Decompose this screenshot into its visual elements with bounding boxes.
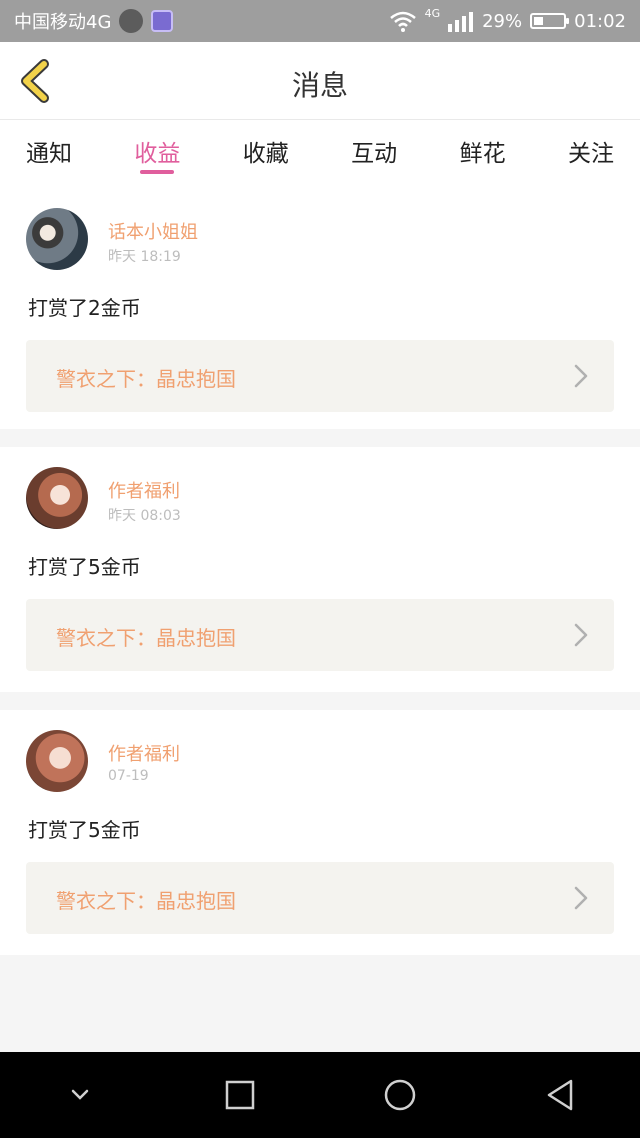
- book-link[interactable]: 警衣之下：晶忠抱国: [26, 862, 614, 934]
- tab-favorites[interactable]: 收藏: [243, 120, 289, 188]
- message-card: 话本小姐姐 昨天 18:19 打赏了2金币 警衣之下：晶忠抱国: [0, 188, 640, 429]
- message-content: 打赏了5金币: [28, 555, 141, 579]
- message-list: 话本小姐姐 昨天 18:19 打赏了2金币 警衣之下：晶忠抱国 作者福利 昨天 …: [0, 188, 640, 973]
- clock: 01:02: [574, 10, 626, 32]
- status-right: 4G 29% 01:02: [389, 6, 640, 32]
- message-content: 打赏了5金币: [28, 818, 141, 842]
- network-type: 4G: [424, 6, 441, 20]
- book-title: 警衣之下：晶忠抱国: [56, 889, 236, 913]
- user-name[interactable]: 作者福利: [108, 477, 180, 503]
- wifi-icon: [389, 11, 416, 32]
- system-nav-bar: [0, 1052, 640, 1138]
- chevron-right-icon: [574, 623, 588, 647]
- battery-icon: [530, 13, 570, 29]
- status-bar: 中国移动4G 4G 29% 01:02: [0, 0, 640, 42]
- page-title: 消息: [291, 69, 348, 102]
- battery-percent: 29%: [482, 10, 523, 32]
- signal-icon: [448, 12, 474, 32]
- book-link[interactable]: 警衣之下：晶忠抱国: [26, 340, 614, 412]
- book-link[interactable]: 警衣之下：晶忠抱国: [26, 599, 614, 671]
- square-recents-icon[interactable]: [218, 1073, 262, 1117]
- message-time: 昨天 18:19: [108, 249, 181, 265]
- chevron-right-icon: [574, 364, 588, 388]
- tab-label: 通知: [26, 141, 72, 167]
- tab-notice[interactable]: 通知: [26, 120, 72, 188]
- chevron-down-icon[interactable]: [58, 1073, 102, 1117]
- message-card: 作者福利 昨天 08:03 打赏了5金币 警衣之下：晶忠抱国: [0, 447, 640, 692]
- image-notification-icon: [151, 10, 174, 32]
- tab-earnings[interactable]: 收益: [134, 120, 180, 188]
- triangle-back-icon[interactable]: [538, 1073, 582, 1117]
- notification-avatar-icon: [119, 9, 144, 33]
- tab-interactions[interactable]: 互动: [351, 120, 397, 188]
- book-title: 警衣之下：晶忠抱国: [56, 626, 236, 650]
- message-content: 打赏了2金币: [28, 296, 141, 320]
- tab-following[interactable]: 关注: [568, 120, 614, 188]
- avatar[interactable]: [26, 730, 88, 792]
- header: 消息: [0, 42, 640, 120]
- tab-label: 关注: [567, 141, 614, 167]
- user-name[interactable]: 作者福利: [108, 740, 180, 766]
- message-card: 作者福利 07-19 打赏了5金币 警衣之下：晶忠抱国: [0, 710, 640, 955]
- avatar[interactable]: [26, 208, 88, 270]
- tab-flowers[interactable]: 鲜花: [460, 120, 506, 188]
- active-tab-indicator: [140, 170, 175, 174]
- tab-label: 互动: [351, 141, 398, 167]
- chevron-right-icon: [574, 886, 588, 910]
- tab-label: 收藏: [242, 141, 289, 167]
- message-time: 昨天 08:03: [108, 508, 181, 524]
- tab-bar: 通知 收益 收藏 互动 鲜花 关注: [0, 120, 640, 188]
- circle-home-icon[interactable]: [378, 1073, 422, 1117]
- avatar[interactable]: [26, 467, 88, 529]
- message-time: 07-19: [108, 768, 149, 784]
- tab-label: 收益: [134, 141, 181, 167]
- status-left: 中国移动4G: [0, 8, 174, 34]
- carrier-text: 中国移动4G: [14, 12, 112, 33]
- user-name[interactable]: 话本小姐姐: [108, 218, 198, 244]
- tab-label: 鲜花: [459, 141, 506, 167]
- book-title: 警衣之下：晶忠抱国: [56, 367, 236, 391]
